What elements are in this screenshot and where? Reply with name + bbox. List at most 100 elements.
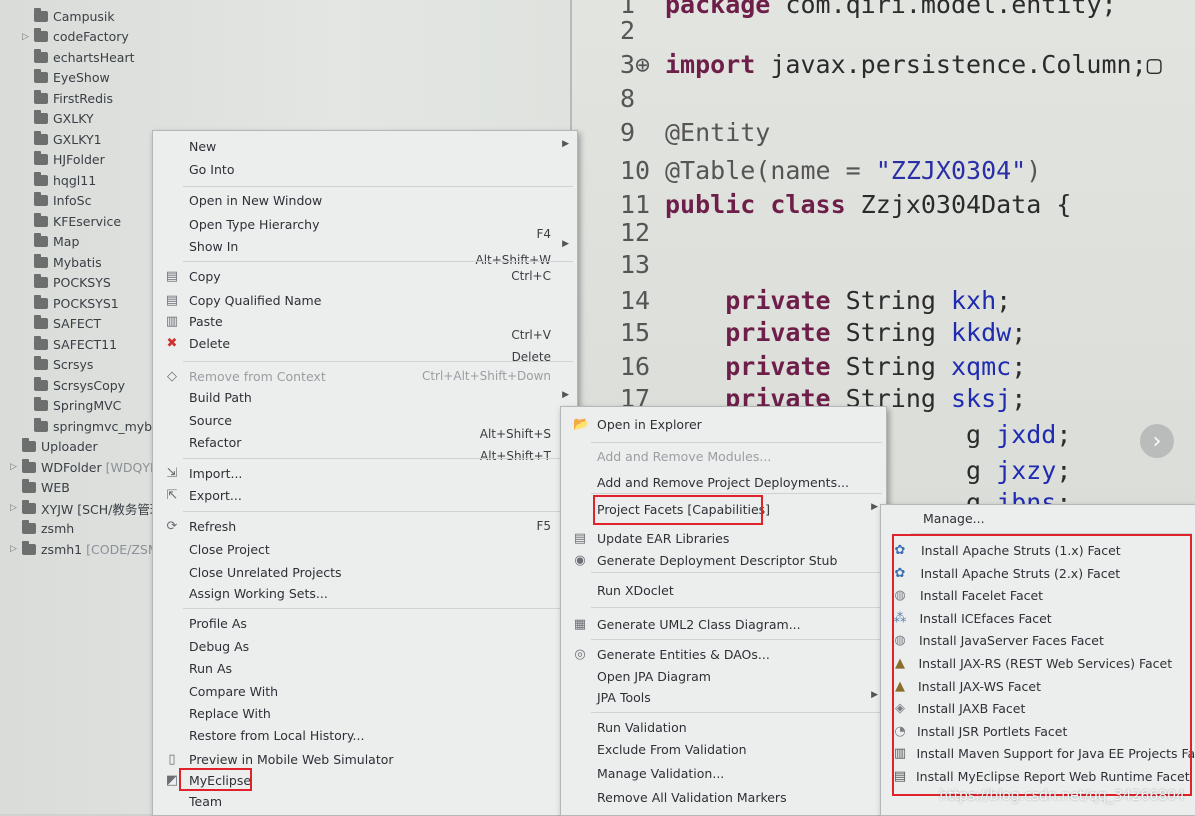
code-line[interactable]: 9@Entity — [620, 118, 770, 147]
menu-item-export[interactable]: ⇱Export... — [153, 486, 577, 506]
expand-twisty-icon[interactable]: ▷ — [10, 544, 22, 554]
tree-item[interactable]: WEB — [10, 478, 70, 498]
menu-item-delete[interactable]: ✖DeleteDelete — [153, 334, 577, 354]
menu-item-build-path[interactable]: Build Path▶ — [153, 388, 577, 408]
tree-item-annotation: [WDQYE — [106, 460, 158, 475]
tree-item[interactable]: GXLKY1 — [22, 129, 102, 149]
code-line[interactable]: 12 — [620, 218, 665, 247]
menu-item-manage-validation[interactable]: Manage Validation... — [561, 764, 886, 784]
tree-item[interactable]: Campusik — [22, 6, 115, 26]
menu-item-label: Import... — [189, 466, 242, 481]
code-line[interactable]: 15 private String kkdw; — [620, 318, 1026, 347]
shortcut-label: Ctrl+Alt+Shift+Down — [422, 369, 551, 383]
menu-item-refresh[interactable]: ⟳RefreshF5 — [153, 517, 577, 537]
menu-item-close-project[interactable]: Close Project — [153, 540, 577, 560]
menu-item-label: Run As — [189, 661, 232, 676]
menu-item-debug-as[interactable]: Debug As▶ — [153, 637, 577, 657]
tree-item[interactable]: Mybatis — [22, 252, 102, 272]
expand-twisty-icon[interactable]: ▷ — [10, 462, 22, 472]
tree-item[interactable]: POCKSYS — [22, 273, 111, 293]
menu-item-open-type-hierarchy[interactable]: Open Type HierarchyF4 — [153, 215, 577, 235]
tree-item[interactable]: echartsHeart — [22, 47, 135, 67]
tree-item[interactable]: GXLKY — [22, 109, 94, 129]
code-line[interactable]: 13 — [620, 250, 665, 279]
tree-item[interactable]: ScrsysCopy — [22, 375, 125, 395]
menu-item-run-validation[interactable]: Run Validation — [561, 718, 886, 738]
menu-item-add-and-remove-project-deployments[interactable]: Add and Remove Project Deployments... — [561, 473, 886, 493]
menu-item-remove-from-context[interactable]: ◇Remove from ContextCtrl+Alt+Shift+Down — [153, 367, 577, 387]
menu-item-run-as[interactable]: Run As▶ — [153, 659, 577, 679]
tree-item[interactable]: zsmh — [10, 519, 74, 539]
next-arrow-icon[interactable]: › — [1140, 424, 1174, 458]
expand-twisty-icon[interactable]: ▷ — [10, 503, 22, 513]
menu-item-copy[interactable]: ▤CopyCtrl+C — [153, 267, 577, 287]
code-line[interactable]: 11public class Zzjx0304Data { — [620, 190, 1071, 219]
tree-item[interactable]: POCKSYS1 — [22, 293, 119, 313]
menu-item-new[interactable]: New▶ — [153, 137, 577, 157]
menu-item-generate-uml2-class-diagram[interactable]: ▦Generate UML2 Class Diagram... — [561, 615, 886, 635]
paste-icon: ▥ — [165, 315, 179, 329]
menu-item-generate-deployment-descriptor-stub[interactable]: ◉Generate Deployment Descriptor Stub — [561, 551, 886, 571]
menu-separator — [183, 261, 573, 262]
myeclipse-icon: ◩ — [165, 774, 179, 788]
code-line[interactable]: 16 private String xqmc; — [620, 352, 1026, 381]
menu-item-compare-with[interactable]: Compare With▶ — [153, 682, 577, 702]
code-line[interactable]: 10@Table(name = "ZZJX0304") — [620, 156, 1041, 185]
menu-item-show-in[interactable]: Show InAlt+Shift+W▶ — [153, 237, 577, 257]
menu-item-close-unrelated-projects[interactable]: Close Unrelated Projects — [153, 563, 577, 583]
menu-item-open-jpa-diagram[interactable]: Open JPA Diagram — [561, 667, 886, 687]
tree-item[interactable]: KFEservice — [22, 211, 121, 231]
tree-item[interactable]: ▷codeFactory — [22, 27, 129, 47]
tree-item[interactable]: FirstRedis — [22, 88, 113, 108]
tree-item-label: zsmh1 — [41, 542, 82, 557]
tree-item[interactable]: EyeShow — [22, 68, 110, 88]
menu-item-jpa-tools[interactable]: JPA Tools▶ — [561, 688, 886, 708]
project-folder-icon — [34, 72, 48, 83]
tree-item[interactable]: HJFolder — [22, 150, 105, 170]
menu-item-open-in-new-window[interactable]: Open in New Window — [153, 191, 577, 211]
menu-item-assign-working-sets[interactable]: Assign Working Sets... — [153, 584, 577, 604]
code-line[interactable]: 2 — [620, 16, 665, 45]
tree-item[interactable]: hqgl11 — [22, 170, 96, 190]
expand-twisty-icon[interactable]: ▷ — [22, 32, 34, 42]
code-token: Zzjx0304Data { — [861, 190, 1072, 219]
code-line[interactable]: 3⊕import javax.persistence.Column;▢ — [620, 50, 1162, 79]
menu-item-run-xdoclet[interactable]: Run XDoclet — [561, 581, 886, 601]
menu-item-open-in-explorer[interactable]: 📂Open in Explorer — [561, 415, 886, 435]
code-line[interactable]: 14 private String kxh; — [620, 286, 1011, 315]
tree-item[interactable]: InfoSc — [22, 191, 91, 211]
code-line[interactable]: 1package com.qiri.model.entity; — [620, 0, 1117, 19]
tree-item[interactable]: SpringMVC — [22, 396, 121, 416]
menu-item-replace-with[interactable]: Replace With▶ — [153, 704, 577, 724]
tree-item[interactable]: Map — [22, 232, 79, 252]
menu-item-add-and-remove-modules[interactable]: Add and Remove Modules... — [561, 447, 886, 467]
tree-item[interactable]: SAFECT11 — [22, 334, 117, 354]
menu-item-team[interactable]: Team▶ — [153, 792, 577, 812]
menu-item-restore-from-local-history[interactable]: Restore from Local History... — [153, 726, 577, 746]
menu-item-remove-all-validation-markers[interactable]: Remove All Validation Markers — [561, 788, 886, 808]
menu-item-import[interactable]: ⇲Import... — [153, 464, 577, 484]
tree-item[interactable]: SAFECT — [22, 314, 101, 334]
code-line[interactable]: 8 — [620, 84, 665, 113]
tree-item-annotation: [CODE/ZSM — [86, 542, 158, 557]
menu-item-update-ear-libraries[interactable]: ▤Update EAR Libraries — [561, 529, 886, 549]
menu-item-go-into[interactable]: Go Into — [153, 160, 577, 180]
tree-item[interactable]: ▷WDFolder[WDQYE — [10, 457, 158, 477]
project-folder-icon — [22, 441, 36, 452]
tree-item[interactable]: ▷XYJW [SCH/教务管理 — [10, 498, 162, 518]
project-folder-icon — [22, 482, 36, 493]
menu-item-exclude-from-validation[interactable]: Exclude From Validation — [561, 740, 886, 760]
menu-item-paste[interactable]: ▥PasteCtrl+V — [153, 312, 577, 332]
context-menu: New▶ Go Into Open in New Window Open Type H… — [152, 130, 578, 816]
menu-item-copy-qualified-name[interactable]: ▤Copy Qualified Name — [153, 291, 577, 311]
menu-item-manage[interactable]: Manage... — [881, 509, 1195, 529]
menu-item-refactor[interactable]: RefactorAlt+Shift+T▶ — [153, 433, 577, 453]
tree-item[interactable]: ▷ zsmh1 [CODE/ZSM — [10, 539, 159, 559]
menu-item-profile-as[interactable]: Profile As▶ — [153, 614, 577, 634]
menu-item-preview-in-mobile-web-simulator[interactable]: ▯Preview in Mobile Web Simulator — [153, 750, 577, 770]
menu-item-label: Remove All Validation Markers — [597, 790, 787, 805]
menu-item-generate-entities-daos[interactable]: ◎Generate Entities & DAOs... — [561, 645, 886, 665]
menu-item-source[interactable]: SourceAlt+Shift+S▶ — [153, 411, 577, 431]
tree-item[interactable]: Uploader — [10, 437, 98, 457]
tree-item[interactable]: Scrsys — [22, 355, 93, 375]
